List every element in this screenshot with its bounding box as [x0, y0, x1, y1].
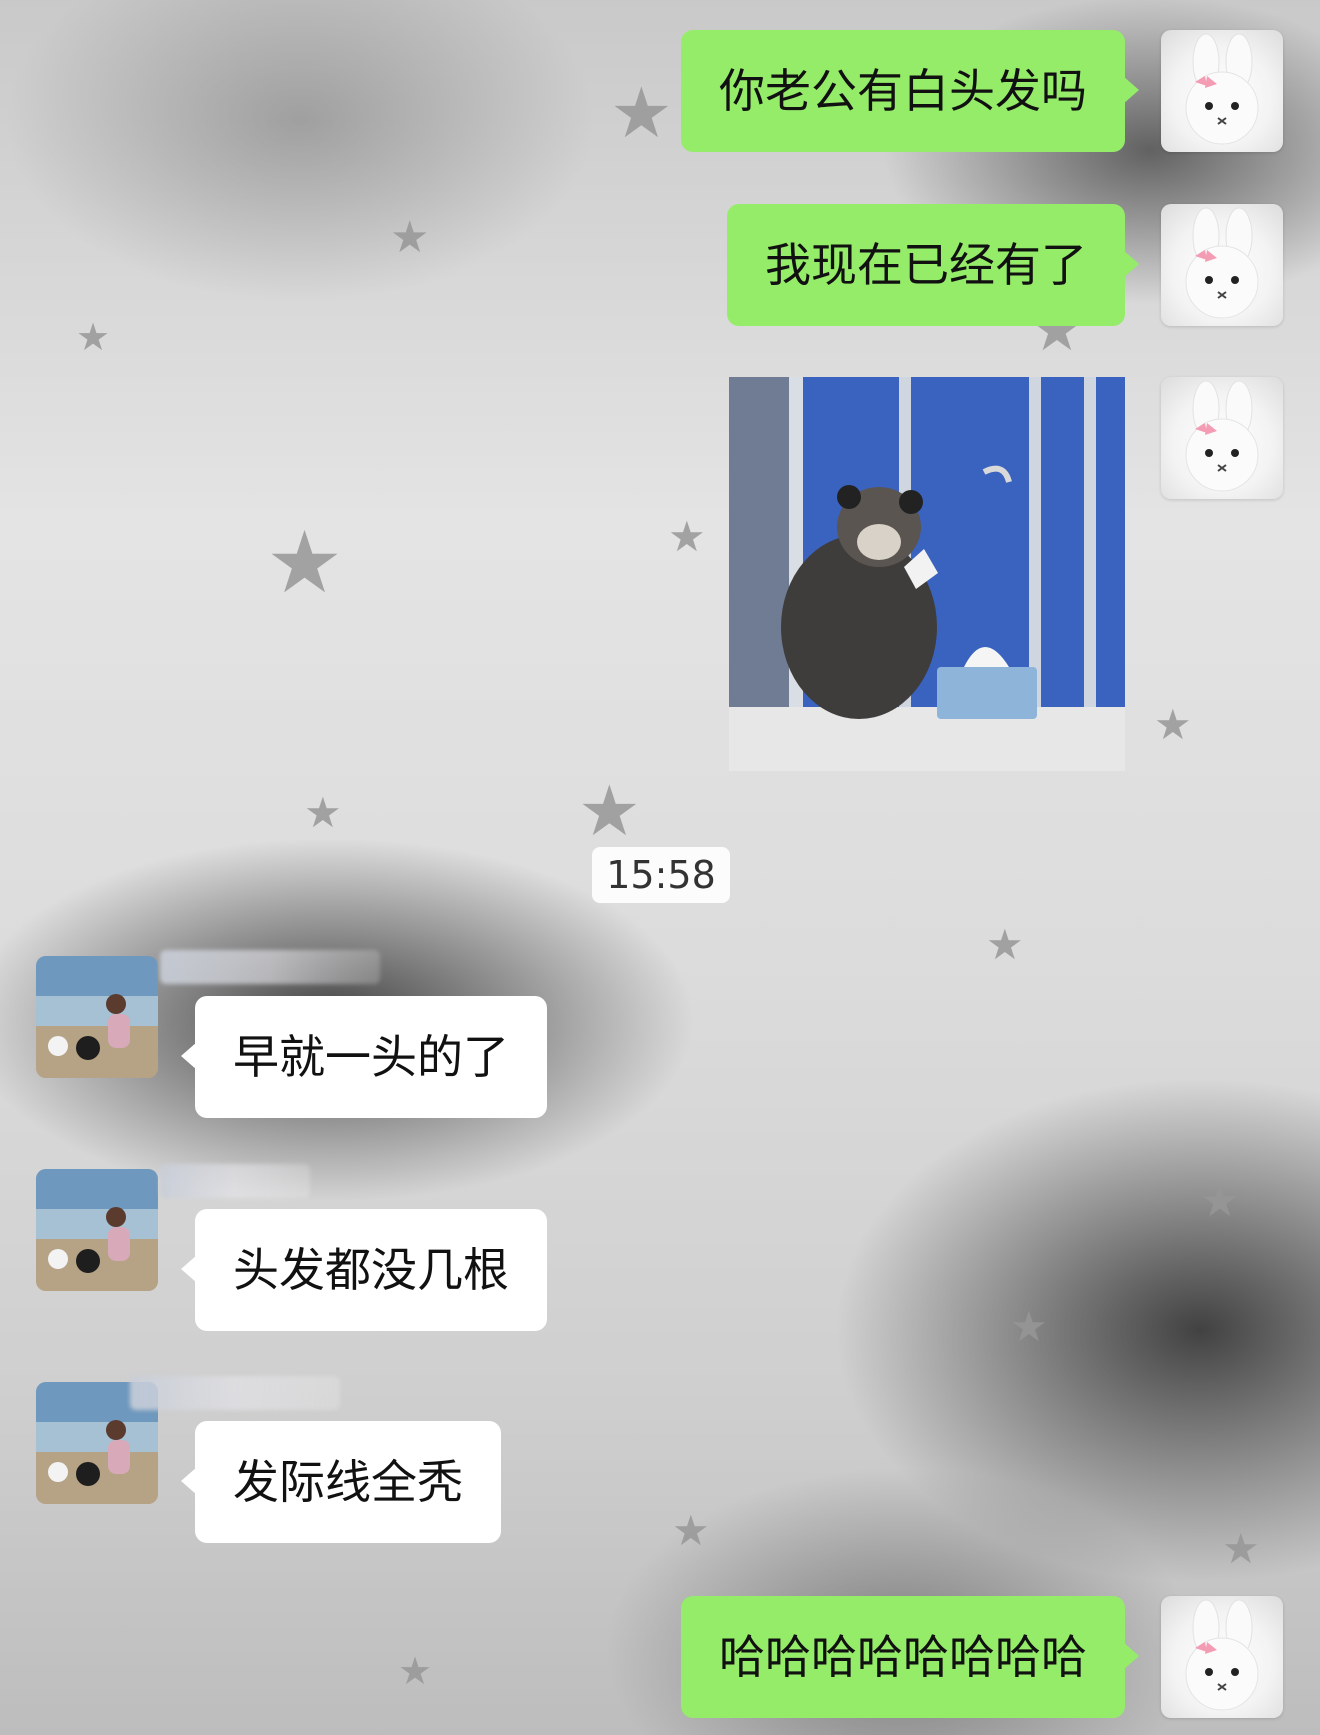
message-bubble-received[interactable]: 头发都没几根 — [181, 1209, 547, 1331]
star-icon: ★ — [1200, 1176, 1240, 1227]
message-text: 头发都没几根 — [233, 1243, 509, 1297]
star-icon: ★ — [266, 513, 344, 613]
contact-avatar[interactable] — [36, 956, 158, 1078]
my-avatar[interactable] — [1161, 1596, 1283, 1718]
star-icon: ★ — [390, 212, 430, 263]
message-timestamp: 15:58 — [592, 847, 730, 903]
crying-opossum-image — [729, 377, 1125, 771]
bunny-plush-icon — [1185, 207, 1259, 319]
star-icon: ★ — [1154, 700, 1192, 749]
star-icon: ★ — [672, 1506, 710, 1555]
message-text: 哈哈哈哈哈哈哈哈 — [719, 1630, 1087, 1684]
star-icon: ★ — [610, 72, 673, 154]
star-icon: ★ — [668, 512, 706, 561]
message-text: 我现在已经有了 — [765, 238, 1087, 292]
bunny-plush-icon — [1185, 380, 1259, 492]
beach-photo-avatar — [36, 956, 158, 1078]
beach-photo-avatar — [36, 1169, 158, 1291]
contact-name-redacted — [160, 1164, 310, 1198]
message-bubble-sent[interactable]: 哈哈哈哈哈哈哈哈 — [681, 1596, 1139, 1718]
message-text: 发际线全秃 — [233, 1455, 463, 1509]
star-icon: ★ — [986, 920, 1024, 969]
star-icon: ★ — [578, 770, 641, 852]
message-image-crying-opossum[interactable] — [729, 377, 1125, 771]
message-bubble-sent[interactable]: 我现在已经有了 — [727, 204, 1139, 326]
star-icon: ★ — [304, 788, 342, 837]
star-icon: ★ — [1222, 1524, 1260, 1573]
star-icon: ★ — [1010, 1302, 1048, 1351]
contact-name-redacted — [160, 950, 380, 984]
message-bubble-sent[interactable]: 你老公有白头发吗 — [681, 30, 1139, 152]
my-avatar[interactable] — [1161, 377, 1283, 499]
bunny-plush-icon — [1185, 33, 1259, 145]
message-bubble-received[interactable]: 早就一头的了 — [181, 996, 547, 1118]
message-text: 你老公有白头发吗 — [719, 64, 1087, 118]
contact-name-redacted — [130, 1376, 340, 1410]
message-text: 早就一头的了 — [233, 1030, 509, 1084]
bunny-plush-icon — [1185, 1599, 1259, 1711]
my-avatar[interactable] — [1161, 30, 1283, 152]
star-icon: ★ — [76, 315, 111, 359]
my-avatar[interactable] — [1161, 204, 1283, 326]
star-icon: ★ — [398, 1649, 433, 1693]
contact-avatar[interactable] — [36, 1169, 158, 1291]
message-bubble-received[interactable]: 发际线全秃 — [181, 1421, 501, 1543]
